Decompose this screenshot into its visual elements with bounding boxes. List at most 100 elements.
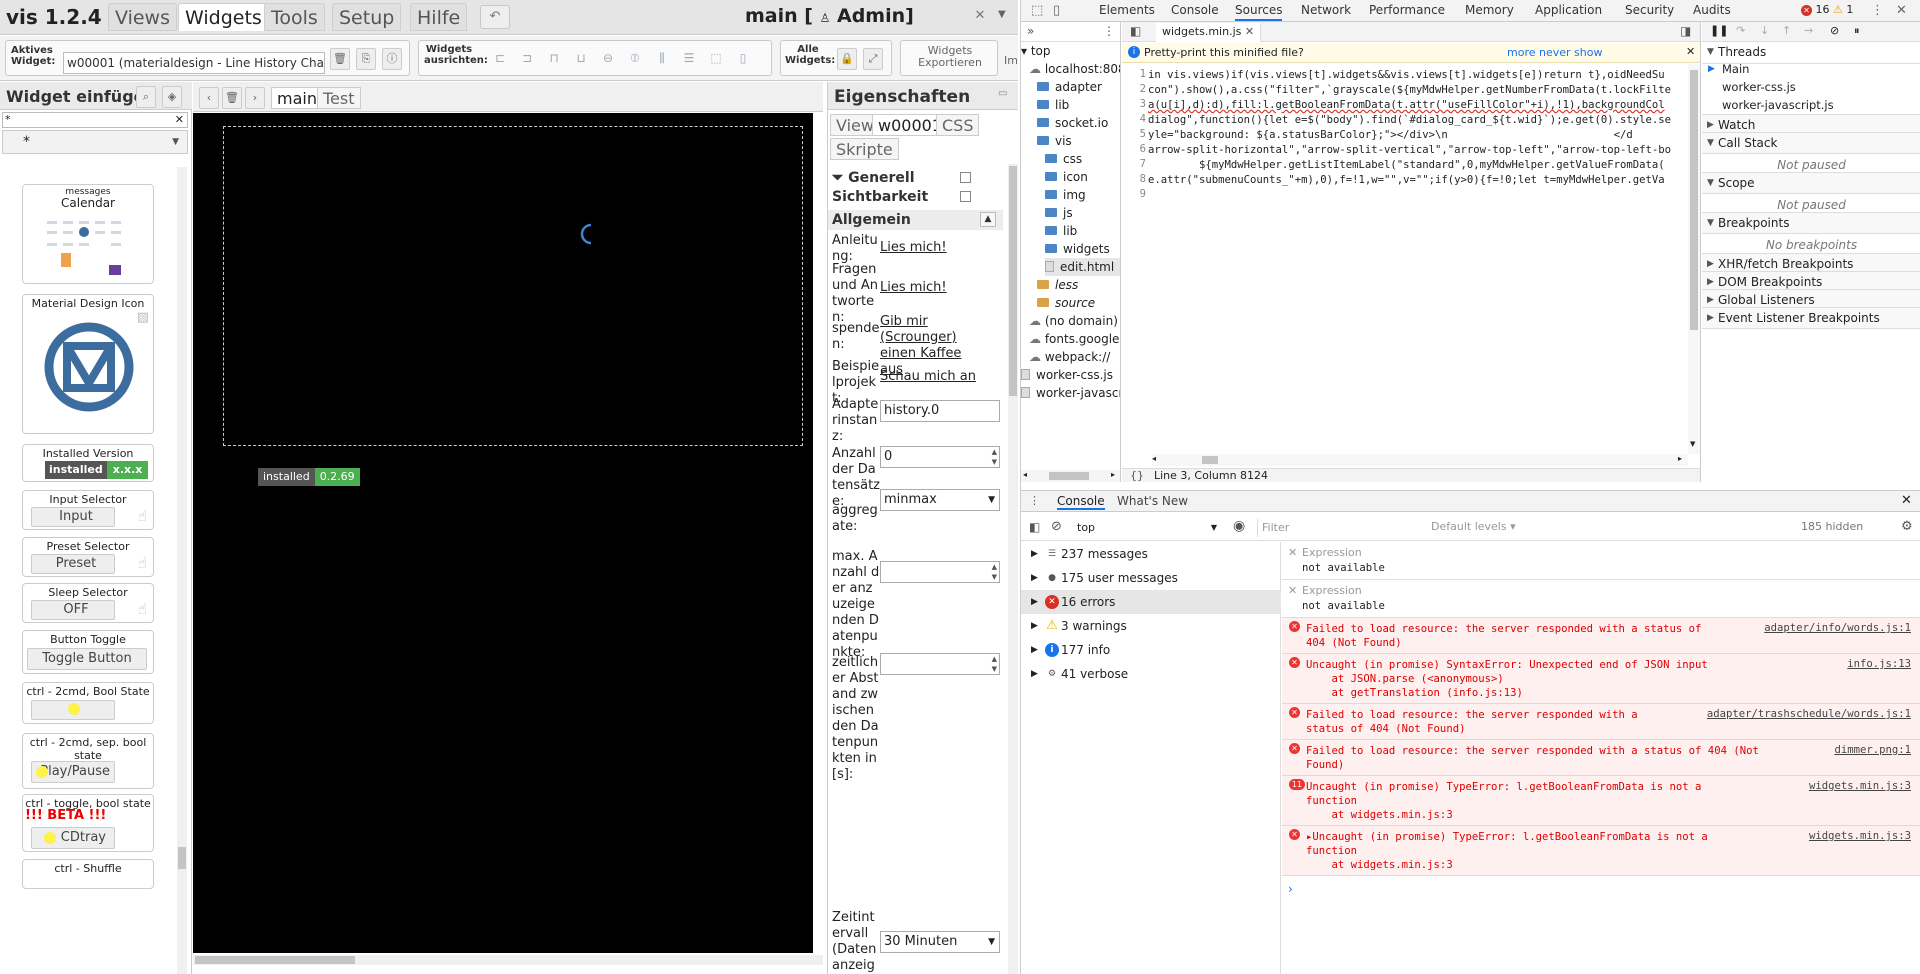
console-source-link[interactable]: widgets.min.js:3 — [1809, 829, 1911, 843]
view-tab-main[interactable]: main — [271, 87, 323, 109]
console-source-link[interactable]: info.js:13 — [1847, 657, 1911, 671]
tree-item[interactable]: socket.io — [1037, 114, 1108, 132]
deactivate-breakpoints-icon[interactable]: ⊘ — [1830, 24, 1839, 37]
editor-file-tab[interactable]: widgets.min.js ✕ — [1156, 23, 1262, 42]
align-right-icon[interactable]: ⊐ — [518, 48, 536, 68]
view-tab-test[interactable]: Test — [317, 87, 361, 109]
tree-item[interactable]: ☁ fonts.googleapis. — [1029, 330, 1120, 348]
more-tabs-icon[interactable]: » — [1027, 24, 1034, 38]
tab-performance[interactable]: Performance — [1369, 3, 1445, 17]
code-line[interactable]: dialog",function(){let e=$("body").find(… — [1148, 113, 1671, 127]
console-source-link[interactable]: adapter/trashschedule/words.js:1 — [1707, 707, 1911, 721]
editor-hscroll-thumb[interactable] — [1202, 456, 1218, 464]
info-icon[interactable]: ⓘ — [382, 48, 402, 70]
widget-sleep-selector[interactable]: Sleep Selector OFF ☝ — [22, 583, 154, 623]
thread-item[interactable]: worker-javascript.js — [1702, 96, 1920, 114]
clear-filter-icon[interactable]: ✕ — [175, 113, 184, 126]
scroll-left-icon[interactable]: ◂ — [1023, 470, 1027, 479]
spinner-icon[interactable]: ▲ ▼ — [992, 447, 997, 467]
step-icon[interactable]: → — [1804, 24, 1813, 37]
code-line[interactable]: yle="background: ${a.statusBarColor};"><… — [1148, 128, 1633, 142]
code-line[interactable]: con").show(),a.css("filter",`grayscale($… — [1148, 83, 1671, 97]
tree-item[interactable]: css — [1045, 150, 1082, 168]
props-scroll-thumb[interactable] — [1009, 166, 1017, 396]
console-error-message[interactable]: 11 Uncaught (in promise) TypeError: l.get… — [1282, 776, 1920, 826]
step-over-icon[interactable]: ↷ — [1736, 24, 1745, 37]
tree-item[interactable]: less — [1037, 276, 1078, 294]
pause-on-exceptions-icon[interactable]: ⏸ — [1854, 24, 1860, 38]
delete-view-icon[interactable]: 🗑 — [222, 87, 242, 109]
external-icon[interactable]: ⤢ — [863, 48, 883, 70]
navigator-hscrollbar[interactable]: ◂ ▸ — [1021, 470, 1120, 482]
widget-ctrl-shuffle[interactable]: ctrl - Shuffle — [22, 859, 154, 889]
toggle-navigator-icon[interactable]: ◧ — [1130, 24, 1141, 38]
console-prompt-icon[interactable]: › — [1288, 882, 1293, 896]
widget-material-design-icon[interactable]: Material Design Icon ▨ — [22, 294, 154, 434]
tab-setup[interactable]: Setup — [332, 3, 402, 31]
pretty-print-icon[interactable]: {} — [1130, 469, 1144, 482]
close-tab-icon[interactable]: ✕ — [1245, 25, 1254, 38]
event-listener-breakpoints-section[interactable]: ▶ Event Listener Breakpoints — [1702, 307, 1920, 329]
distribute-h-icon[interactable]: ⫼ — [653, 48, 671, 68]
navigator-menu-icon[interactable]: ⋮ — [1103, 24, 1115, 38]
close-infobar-icon[interactable]: ✕ — [1686, 45, 1695, 58]
section-allgemein[interactable]: Allgemein ▲ — [828, 210, 1003, 230]
drawer-tab-whats-new[interactable]: What's New — [1117, 494, 1188, 508]
console-error-message[interactable]: ✕ Uncaught (in promise) SyntaxError: Unex… — [1282, 654, 1920, 704]
console-filter-input[interactable]: Filter — [1257, 519, 1417, 537]
code-line[interactable]: ${myMdwHelper.getListItemLabel("standard… — [1148, 158, 1665, 172]
adapter-instance-input[interactable]: history.0 — [880, 400, 1000, 422]
console-error-message[interactable]: ✕ Failed to load resource: the server res… — [1282, 740, 1920, 776]
tab-elements[interactable]: Elements — [1099, 3, 1155, 17]
next-view-icon[interactable]: › — [245, 87, 265, 109]
tree-item[interactable]: js — [1045, 204, 1073, 222]
visibility-checkbox[interactable] — [960, 191, 971, 202]
example-link[interactable]: Schau mich an — [880, 369, 976, 385]
never-show-link[interactable]: more never show — [1507, 46, 1602, 59]
filter-general-row[interactable]: ⏷ Generell — [828, 168, 1003, 188]
tab-network[interactable]: Network — [1301, 3, 1351, 17]
align-bottom-icon[interactable]: ⊔ — [572, 48, 590, 68]
callstack-section[interactable]: ▼ Call Stack — [1702, 132, 1920, 154]
clear-console-icon[interactable]: ⊘ — [1051, 519, 1062, 534]
close-drawer-icon[interactable]: ✕ — [1901, 493, 1912, 508]
prev-view-icon[interactable]: ‹ — [199, 87, 219, 109]
widget-installed-version[interactable]: Installed Version installed x.x.x — [22, 444, 154, 482]
spinner-icon[interactable]: ▲ ▼ — [992, 654, 997, 674]
lock-icon[interactable]: 🔒 — [837, 48, 857, 70]
tree-item[interactable]: vis — [1037, 132, 1072, 150]
align-left-icon[interactable]: ⊏ — [491, 48, 509, 68]
dataset-count-input[interactable]: 0 ▲ ▼ — [880, 446, 1000, 468]
more-options-icon[interactable]: ⋮ — [1871, 3, 1884, 18]
align-vcenter-icon[interactable]: ⊖ — [599, 48, 617, 68]
editor-vscroll-thumb[interactable] — [1690, 70, 1698, 330]
sidebar-toggle-icon[interactable]: ◧ — [1029, 520, 1040, 534]
code-lines[interactable]: 1 in vis.views)if(vis.views[t].widgets&&v… — [1122, 68, 1687, 448]
device-toolbar-icon[interactable]: ▯ — [1053, 3, 1060, 18]
console-error-message[interactable]: ✕ ▸Uncaught (in promise) TypeError: l.get… — [1282, 826, 1920, 876]
settings-gear-icon[interactable]: ⚙ — [1901, 519, 1913, 534]
faq-link[interactable]: Lies mich! — [880, 280, 947, 296]
tab-views[interactable]: Views — [108, 3, 177, 31]
tab-tools[interactable]: Tools — [264, 3, 325, 31]
tree-item[interactable]: widgets — [1045, 240, 1110, 258]
remove-expression-icon[interactable]: ✕ — [1288, 546, 1297, 559]
view-canvas[interactable]: installed 0.2.69 — [193, 113, 813, 953]
console-filter-info[interactable]: ▶ i 177 info — [1021, 638, 1281, 662]
tree-item[interactable]: adapter — [1037, 78, 1102, 96]
tree-item[interactable]: ☁ localhost:8082 — [1029, 60, 1120, 78]
drawer-menu-icon[interactable]: ⋮ — [1029, 494, 1040, 507]
tab-security[interactable]: Security — [1625, 3, 1674, 17]
prop-tab-scripts[interactable]: Skripte — [830, 138, 899, 160]
active-widget-select[interactable]: w00001 (materialdesign - Line History Ch… — [63, 52, 325, 74]
palette-scrollbar[interactable] — [177, 167, 187, 974]
widget-calendar[interactable]: messages Calendar — [22, 184, 154, 284]
tab-hilfe[interactable]: Hilfe — [410, 3, 468, 31]
widget-ctrl-2cmd-sep[interactable]: ctrl - 2cmd, sep. bool state Play/Pause — [22, 733, 154, 789]
tree-item[interactable]: worker-javascript.js — [1021, 384, 1120, 402]
tab-widgets[interactable]: Widgets — [178, 3, 269, 31]
same-width-icon[interactable]: ⬚ — [707, 48, 725, 68]
console-filter-user[interactable]: ▶ ● 175 user messages — [1021, 566, 1281, 590]
search-icon[interactable]: ⌕ — [136, 86, 156, 108]
toggle-debugger-icon[interactable]: ◨ — [1680, 24, 1691, 38]
